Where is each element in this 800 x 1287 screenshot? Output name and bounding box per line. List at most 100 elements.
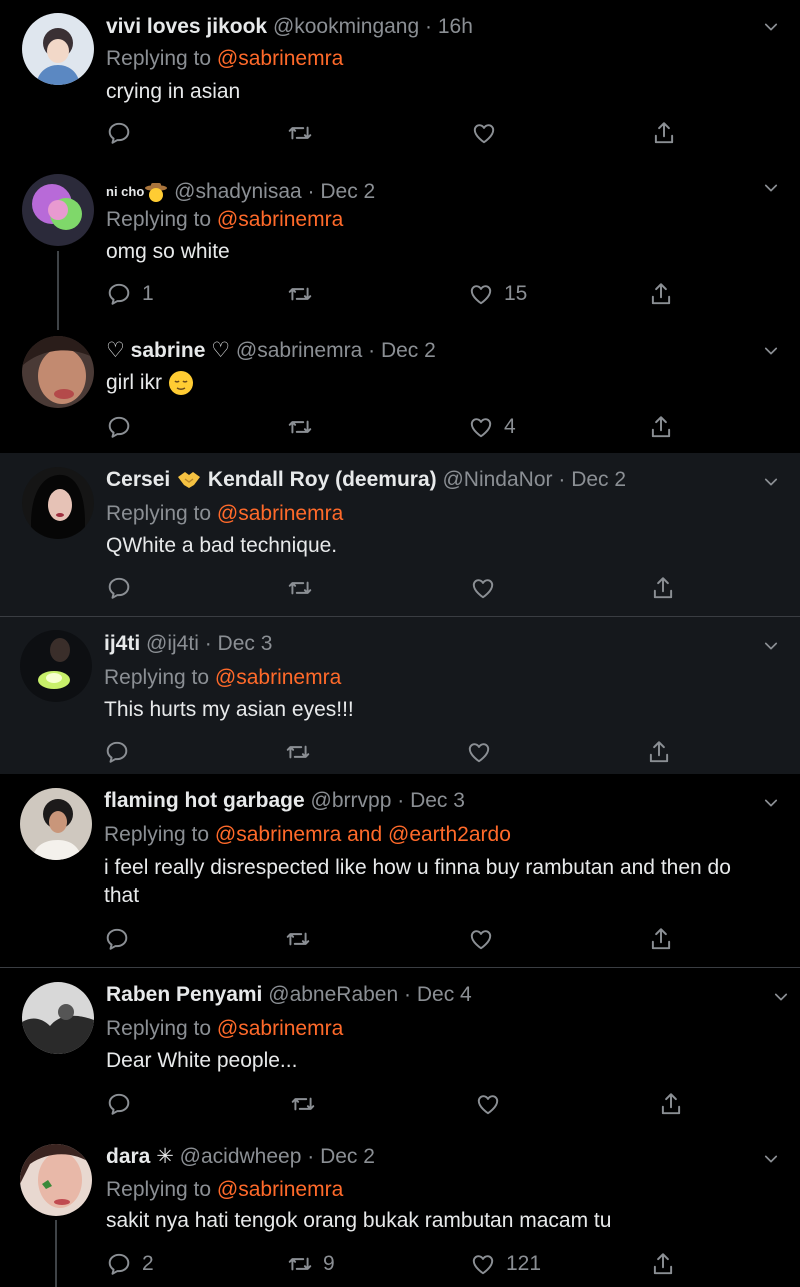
chevron-down-icon[interactable] (762, 473, 780, 491)
timestamp[interactable]: Dec 2 (571, 468, 626, 491)
retweet-icon (287, 575, 313, 601)
chevron-down-icon[interactable] (762, 794, 780, 812)
like-button[interactable]: 4 (468, 412, 516, 442)
author-name[interactable]: Cersei Kendall Roy (deemura) (106, 468, 437, 491)
retweet-button[interactable] (287, 279, 323, 309)
like-button[interactable] (471, 118, 507, 148)
replying-to: Replying to @sabrinemra (106, 502, 344, 525)
mention-link[interactable]: @sabrinemra (217, 502, 343, 525)
author-handle[interactable]: @abneRaben (268, 983, 398, 1006)
author-handle[interactable]: @brrvpp (311, 789, 392, 812)
retweet-button[interactable] (287, 573, 323, 603)
author-handle[interactable]: @ij4ti (146, 632, 199, 655)
share-button[interactable] (648, 279, 674, 309)
timestamp[interactable]: Dec 2 (320, 180, 375, 203)
share-button[interactable] (646, 737, 672, 767)
mention-link[interactable]: @sabrinemra (217, 1178, 343, 1201)
reply-icon (106, 414, 132, 440)
share-button[interactable] (651, 118, 677, 148)
avatar[interactable] (20, 630, 92, 702)
author-name[interactable]: Raben Penyami (106, 983, 262, 1006)
chevron-down-icon[interactable] (762, 1150, 780, 1168)
action-bar: 2 9 121 (106, 1249, 800, 1279)
like-button[interactable] (475, 1089, 511, 1119)
retweet-button[interactable] (285, 737, 321, 767)
author-handle[interactable]: @shadynisaa (174, 180, 302, 203)
share-icon (658, 1091, 684, 1117)
reply-button[interactable]: 1 (106, 279, 154, 309)
retweet-button[interactable] (285, 924, 321, 954)
retweet-button[interactable] (287, 412, 323, 442)
like-button[interactable] (468, 924, 504, 954)
retweet-icon (287, 1251, 313, 1277)
author-name[interactable]: ij4ti (104, 632, 140, 655)
timestamp[interactable]: Dec 2 (381, 339, 436, 362)
chevron-down-icon[interactable] (762, 637, 780, 655)
mention-link[interactable]: @sabrinemra (217, 1017, 343, 1040)
mention-link[interactable]: @sabrinemra (215, 823, 341, 846)
like-button[interactable]: 15 (468, 279, 527, 309)
share-icon (648, 281, 674, 307)
timestamp[interactable]: Dec 4 (417, 983, 472, 1006)
heart-icon (471, 120, 497, 146)
retweet-button[interactable] (290, 1089, 326, 1119)
mention-link[interactable]: @sabrinemra (217, 47, 343, 70)
reply-button[interactable] (106, 1089, 142, 1119)
avatar[interactable] (20, 1144, 92, 1216)
author-handle[interactable]: @NindaNor (442, 468, 552, 491)
tweet-card[interactable]: dara ✳ @acidwheep · Dec 2 Replying to @s… (0, 1136, 800, 1287)
avatar[interactable] (22, 13, 94, 85)
reply-button[interactable] (104, 737, 140, 767)
chevron-down-icon[interactable] (762, 18, 780, 36)
reply-button[interactable]: 2 (106, 1249, 154, 1279)
share-button[interactable] (658, 1089, 684, 1119)
heart-icon (466, 739, 492, 765)
mention-link[interactable]: @earth2ardo (388, 823, 511, 846)
like-button[interactable] (466, 737, 502, 767)
retweet-button[interactable] (287, 118, 323, 148)
author-handle[interactable]: @kookmingang (273, 15, 419, 38)
tweet-card[interactable]: Raben Penyami @abneRaben · Dec 4 Replyin… (0, 968, 800, 1136)
mention-link[interactable]: @sabrinemra (217, 208, 343, 231)
author-name[interactable]: vivi loves jikook (106, 15, 267, 38)
retweet-icon (290, 1091, 316, 1117)
timestamp[interactable]: 16h (438, 15, 473, 38)
share-button[interactable] (650, 573, 676, 603)
avatar[interactable] (22, 467, 94, 539)
timestamp[interactable]: Dec 3 (218, 632, 273, 655)
avatar[interactable] (22, 174, 94, 246)
timestamp[interactable]: Dec 2 (320, 1145, 375, 1168)
author-name[interactable]: ♡ sabrine ♡ (106, 339, 230, 362)
author-handle[interactable]: @sabrinemra (236, 339, 362, 362)
tweet-card[interactable]: ♡ sabrine ♡ @sabrinemra · Dec 2 girl ikr… (0, 330, 800, 453)
author-name[interactable]: dara ✳ (106, 1145, 174, 1168)
share-button[interactable] (648, 412, 674, 442)
share-button[interactable] (650, 1249, 676, 1279)
tweet-card[interactable]: Cersei Kendall Roy (deemura) @NindaNor ·… (0, 453, 800, 616)
author-handle[interactable]: @acidwheep (180, 1145, 302, 1168)
tweet-card[interactable]: vivi loves jikook @kookmingang · 16h Rep… (0, 0, 800, 165)
tweet-header: ni cho @shadynisaa · Dec 2 (106, 180, 376, 203)
chevron-down-icon[interactable] (762, 179, 780, 197)
timestamp[interactable]: Dec 3 (410, 789, 465, 812)
tweet-card[interactable]: flaming hot garbage @brrvpp · Dec 3 Repl… (0, 774, 800, 967)
reply-button[interactable] (104, 924, 140, 954)
mention-link[interactable]: @sabrinemra (215, 666, 341, 689)
author-name[interactable]: ni cho (106, 180, 168, 203)
author-name[interactable]: flaming hot garbage (104, 789, 305, 812)
handshake-emoji-icon (178, 472, 201, 489)
chevron-down-icon[interactable] (772, 988, 790, 1006)
avatar[interactable] (20, 788, 92, 860)
like-button[interactable]: 121 (470, 1249, 541, 1279)
retweet-button[interactable]: 9 (287, 1249, 335, 1279)
tweet-card[interactable]: ij4ti @ij4ti · Dec 3 Replying to @sabrin… (0, 617, 800, 774)
like-button[interactable] (470, 573, 506, 603)
reply-button[interactable] (106, 118, 142, 148)
reply-button[interactable] (106, 573, 142, 603)
avatar[interactable] (22, 336, 94, 408)
avatar[interactable] (22, 982, 94, 1054)
share-button[interactable] (648, 924, 674, 954)
reply-button[interactable] (106, 412, 142, 442)
tweet-card[interactable]: ni cho @shadynisaa · Dec 2 Replying to @… (0, 165, 800, 330)
chevron-down-icon[interactable] (762, 342, 780, 360)
